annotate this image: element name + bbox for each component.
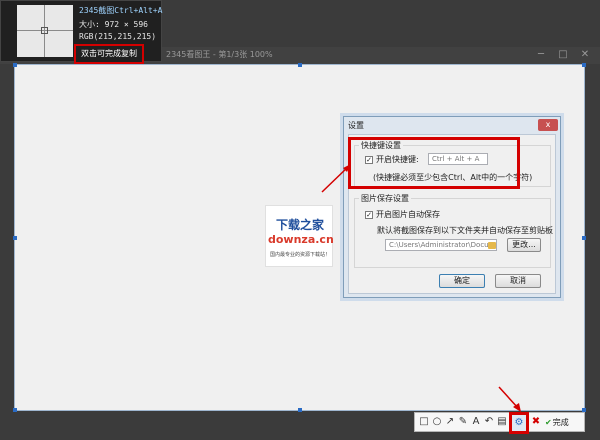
resize-handle[interactable] bbox=[298, 408, 302, 412]
info-title: 2345截图Ctrl+Alt+A bbox=[79, 6, 163, 15]
save-tool-icon[interactable]: ▤ bbox=[496, 415, 508, 429]
save-group: 图片保存设置 ✓ 开启图片自动保存 默认将截图保存到以下文件夹并自动保存至剪贴板… bbox=[354, 193, 553, 268]
maximize-button[interactable]: □ bbox=[556, 48, 570, 62]
capture-toolbar: □ ○ ↗ ✎ A ↶ ▤ ⚙ ✖ ✔ 完成 bbox=[414, 412, 585, 434]
settings-tool-icon[interactable]: ⚙ bbox=[509, 412, 529, 434]
magnifier-cell bbox=[41, 27, 48, 34]
autosave-checkbox[interactable]: ✓ bbox=[365, 210, 373, 219]
save-path-input[interactable]: C:\Users\Administrator\Documents\234 bbox=[385, 239, 497, 251]
dialog-title: 设置 bbox=[348, 121, 364, 130]
autosave-row[interactable]: ✓ 开启图片自动保存 bbox=[365, 209, 440, 220]
logo-slogan: 国内最专业的资源下载站！ bbox=[269, 252, 330, 258]
resize-handle[interactable] bbox=[582, 236, 586, 240]
autosave-label: 开启图片自动保存 bbox=[376, 210, 440, 219]
ok-button[interactable]: 确定 bbox=[439, 274, 485, 288]
info-rgb: RGB(215,215,215) bbox=[79, 32, 157, 41]
window-controls: ─ □ ✕ bbox=[534, 48, 592, 62]
minimize-button[interactable]: ─ bbox=[534, 48, 548, 62]
undo-tool-icon[interactable]: ↶ bbox=[483, 415, 495, 429]
close-button[interactable]: ✕ bbox=[578, 48, 592, 62]
done-check-icon: ✔ bbox=[545, 417, 552, 427]
logo-domain: downza.cn bbox=[268, 233, 334, 246]
site-logo: 下载之家 downza.cn 国内最专业的资源下载站！ bbox=[265, 205, 334, 267]
folder-icon bbox=[488, 242, 496, 249]
done-button[interactable]: ✔ 完成 bbox=[545, 417, 569, 428]
cancel-capture-icon[interactable]: ✖ bbox=[530, 415, 542, 429]
resize-handle[interactable] bbox=[582, 63, 586, 67]
arrow-tool-icon[interactable]: ↗ bbox=[444, 415, 456, 429]
hotkey-highlight-box bbox=[348, 137, 520, 189]
ellipse-tool-icon[interactable]: ○ bbox=[431, 415, 443, 429]
logo-title: 下载之家 bbox=[275, 218, 324, 232]
save-description: 默认将截图保存到以下文件夹并自动保存至剪贴板 bbox=[377, 226, 553, 235]
resize-handle[interactable] bbox=[13, 63, 17, 67]
color-info-popup: 2345截图Ctrl+Alt+A 大小: 972 × 596 RGB(215,2… bbox=[0, 0, 163, 64]
resize-handle[interactable] bbox=[13, 236, 17, 240]
change-path-button[interactable]: 更改... bbox=[507, 238, 541, 252]
cancel-button[interactable]: 取消 bbox=[495, 274, 541, 288]
done-label: 完成 bbox=[552, 417, 569, 427]
resize-handle[interactable] bbox=[13, 408, 17, 412]
brush-tool-icon[interactable]: ✎ bbox=[457, 415, 469, 429]
text-tool-icon[interactable]: A bbox=[470, 415, 482, 429]
info-size: 大小: 972 × 596 bbox=[79, 20, 148, 29]
red-arrow-icon bbox=[321, 164, 351, 193]
rectangle-tool-icon[interactable]: □ bbox=[418, 415, 430, 429]
viewer-title: 2345看图王 - 第1/3张 100% bbox=[166, 50, 273, 59]
resize-handle[interactable] bbox=[298, 63, 302, 67]
save-group-label: 图片保存设置 bbox=[359, 193, 411, 204]
dialog-close-button[interactable]: x bbox=[538, 119, 558, 131]
magnifier bbox=[17, 5, 73, 57]
red-arrow-icon bbox=[498, 386, 521, 412]
double-click-hint: 双击可完成复制 bbox=[74, 44, 144, 64]
